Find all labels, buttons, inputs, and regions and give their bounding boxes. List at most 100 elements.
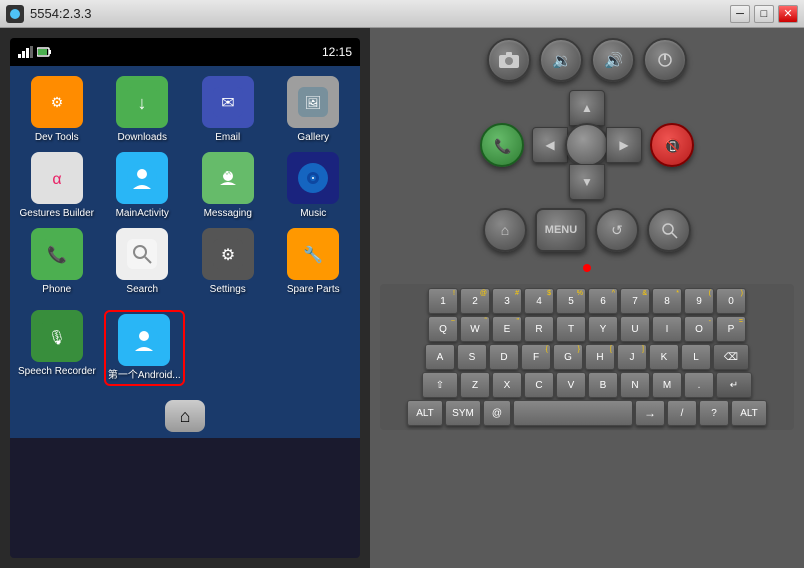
key-i[interactable]: I	[652, 316, 682, 342]
key-c[interactable]: C	[524, 372, 554, 398]
app-gestures[interactable]: α Gestures Builder	[18, 152, 96, 220]
key-n[interactable]: N	[620, 372, 650, 398]
dpad-center-button[interactable]	[565, 123, 609, 167]
app-downloads[interactable]: ↓ Downloads	[104, 76, 182, 144]
power-button[interactable]	[643, 38, 687, 82]
dpad-up-button[interactable]: ▲	[569, 90, 605, 126]
key-a[interactable]: A	[425, 344, 455, 370]
key-7[interactable]: &7	[620, 288, 650, 314]
right-panel: 🔉 🔊 📞 ▲ ◀ ▶ ▼ 📵	[370, 28, 804, 568]
key-k[interactable]: K	[649, 344, 679, 370]
key-v[interactable]: V	[556, 372, 586, 398]
key-shift[interactable]: ⇧	[422, 372, 458, 398]
devtools-icon: ⚙	[31, 76, 83, 128]
key-d[interactable]: D	[489, 344, 519, 370]
key-w[interactable]: ˜W	[460, 316, 490, 342]
titlebar: 5554:2.3.3 ─ □ ✕	[0, 0, 804, 28]
key-f[interactable]: {F	[521, 344, 551, 370]
key-4[interactable]: $4	[524, 288, 554, 314]
app-search[interactable]: Search	[104, 228, 182, 296]
app-spareparts[interactable]: 🔧 Spare Parts	[275, 228, 353, 296]
key-h[interactable]: [H	[585, 344, 615, 370]
key-r[interactable]: R	[524, 316, 554, 342]
nav-search-button[interactable]	[647, 208, 691, 252]
key-1[interactable]: !1	[428, 288, 458, 314]
key-z[interactable]: Z	[460, 372, 490, 398]
minimize-button[interactable]: ─	[730, 5, 750, 23]
key-sym[interactable]: SYM	[445, 400, 481, 426]
key-5[interactable]: %5	[556, 288, 586, 314]
key-slash[interactable]: /	[667, 400, 697, 426]
app-mainactivity[interactable]: MainActivity	[104, 152, 182, 220]
app-music[interactable]: Music	[275, 152, 353, 220]
call-button[interactable]: 📞	[480, 123, 524, 167]
close-button[interactable]: ✕	[778, 5, 798, 23]
key-question[interactable]: ?	[699, 400, 729, 426]
app-devtools[interactable]: ⚙ Dev Tools	[18, 76, 96, 144]
camera-button[interactable]	[487, 38, 531, 82]
key-del[interactable]: ⌫	[713, 344, 749, 370]
key-0[interactable]: )0	[716, 288, 746, 314]
key-alt-right[interactable]: ALT	[731, 400, 767, 426]
music-icon	[287, 152, 339, 204]
dpad-left-button[interactable]: ◀	[532, 127, 568, 163]
dpad-right-button[interactable]: ▶	[606, 127, 642, 163]
app-android-first[interactable]: 第一个Android...	[104, 310, 185, 386]
app-messaging[interactable]: ^^ Messaging	[189, 152, 267, 220]
key-9[interactable]: (9	[684, 288, 714, 314]
downloads-icon: ↓	[116, 76, 168, 128]
key-alt-left[interactable]: ALT	[407, 400, 443, 426]
key-j[interactable]: ]J	[617, 344, 647, 370]
settings-icon: ⚙	[202, 228, 254, 280]
keyboard-row-qwerty: ~Q ˜W "E R T Y U I -O =P	[384, 316, 790, 342]
key-b[interactable]: B	[588, 372, 618, 398]
nav-menu-button[interactable]: MENU	[535, 208, 587, 252]
key-s[interactable]: S	[457, 344, 487, 370]
gallery-icon: 🖼	[287, 76, 339, 128]
app-settings[interactable]: ⚙ Settings	[189, 228, 267, 296]
app-email[interactable]: ✉ Email	[189, 76, 267, 144]
status-bar: 12:15	[10, 38, 360, 66]
key-dot[interactable]: .	[684, 372, 714, 398]
key-3[interactable]: #3	[492, 288, 522, 314]
app-phone[interactable]: 📞 Phone	[18, 228, 96, 296]
home-button[interactable]: ⌂	[165, 400, 205, 432]
key-2[interactable]: @2	[460, 288, 490, 314]
key-8[interactable]: *8	[652, 288, 682, 314]
key-l[interactable]: L	[681, 344, 711, 370]
controls-nav: ⌂ MENU ↺	[380, 208, 794, 252]
key-g[interactable]: }G	[553, 344, 583, 370]
settings-label: Settings	[210, 284, 246, 296]
svg-text:✉: ✉	[221, 95, 234, 112]
nav-back-button[interactable]: ↺	[595, 208, 639, 252]
key-space[interactable]	[513, 400, 633, 426]
app-gallery[interactable]: 🖼 Gallery	[275, 76, 353, 144]
phone-panel: 12:15 ⚙ Dev Tools ↓ Downloads	[0, 28, 370, 568]
key-m[interactable]: M	[652, 372, 682, 398]
volume-down-button[interactable]: 🔉	[539, 38, 583, 82]
app-speechrecorder[interactable]: 🎙 Speech Recorder	[18, 310, 96, 378]
key-t[interactable]: T	[556, 316, 586, 342]
key-6[interactable]: ^6	[588, 288, 618, 314]
key-e[interactable]: "E	[492, 316, 522, 342]
dpad-down-button[interactable]: ▼	[569, 164, 605, 200]
gallery-label: Gallery	[297, 132, 329, 144]
spareparts-icon: 🔧	[287, 228, 339, 280]
maximize-button[interactable]: □	[754, 5, 774, 23]
key-at[interactable]: @	[483, 400, 511, 426]
mainactivity-icon	[116, 152, 168, 204]
key-p[interactable]: =P	[716, 316, 746, 342]
key-y[interactable]: Y	[588, 316, 618, 342]
key-u[interactable]: U	[620, 316, 650, 342]
titlebar-title: 5554:2.3.3	[30, 6, 91, 21]
dpad: ▲ ◀ ▶ ▼	[532, 90, 642, 200]
key-x[interactable]: X	[492, 372, 522, 398]
volume-up-button[interactable]: 🔊	[591, 38, 635, 82]
key-arrow-right[interactable]: →	[635, 400, 665, 426]
key-q[interactable]: ~Q	[428, 316, 458, 342]
key-o[interactable]: -O	[684, 316, 714, 342]
end-call-button[interactable]: 📵	[650, 123, 694, 167]
red-dot-indicator	[583, 264, 591, 272]
nav-home-button[interactable]: ⌂	[483, 208, 527, 252]
key-enter[interactable]: ↵	[716, 372, 752, 398]
